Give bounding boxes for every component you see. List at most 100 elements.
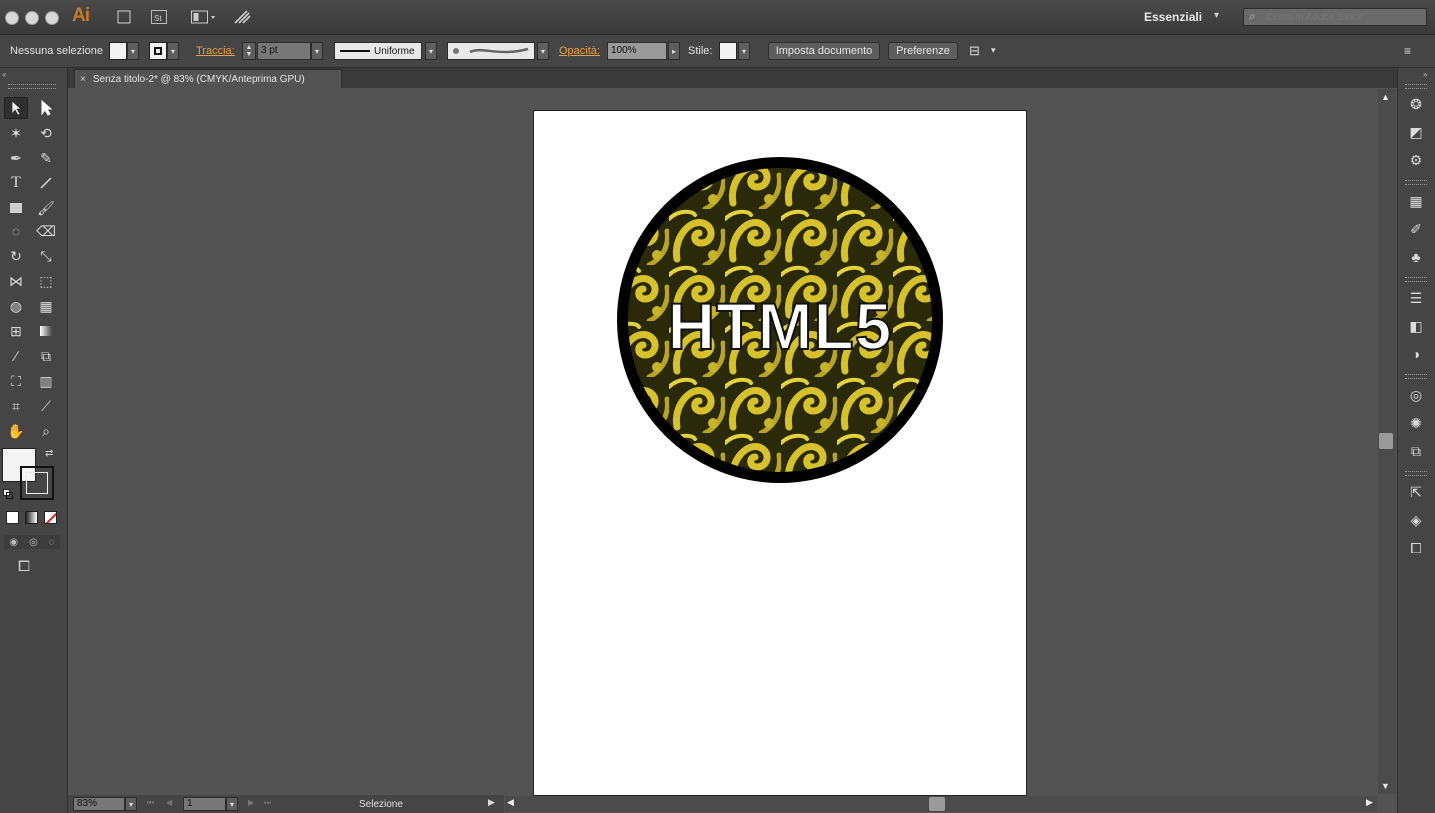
chevron-down-icon[interactable]: ▾ xyxy=(738,42,750,60)
swatches-icon[interactable]: ▦ xyxy=(1404,190,1428,212)
stroke-panel-icon[interactable]: ☰ xyxy=(1404,287,1428,309)
mesh-tool-icon[interactable]: ⊞ xyxy=(4,320,28,342)
perspective-grid-tool-icon[interactable]: ▦ xyxy=(34,295,58,317)
color-panel-icon[interactable]: ❂ xyxy=(1404,93,1428,115)
none-mode-button[interactable] xyxy=(44,511,57,524)
color-guide-icon[interactable]: ◩ xyxy=(1404,121,1428,143)
brush-definition-dropdown[interactable] xyxy=(447,42,535,60)
bridge-icon[interactable] xyxy=(116,8,132,26)
gpu-performance-icon[interactable] xyxy=(232,8,252,26)
opacity-field[interactable]: 100% xyxy=(607,42,667,60)
hand-tool-icon[interactable]: ✋ xyxy=(4,420,28,442)
draw-normal-icon[interactable]: ◉ xyxy=(9,537,18,548)
slice-tool-icon[interactable]: ⟋ xyxy=(34,395,58,417)
workspace-switcher[interactable]: Essenziali xyxy=(1144,10,1202,24)
graphic-style-swatch[interactable] xyxy=(719,42,737,60)
draw-inside-icon[interactable]: ◌ xyxy=(49,537,55,548)
zoom-level-field[interactable]: 83% xyxy=(73,797,125,811)
chevron-down-icon[interactable]: ▾ xyxy=(127,42,139,60)
asset-export-icon[interactable]: ⧉ xyxy=(1404,440,1428,462)
gradient-panel-icon[interactable]: ◧ xyxy=(1404,315,1428,337)
selection-tool-icon[interactable] xyxy=(4,97,28,119)
graphic-styles-icon[interactable]: ✺ xyxy=(1404,412,1428,434)
symbols-icon[interactable]: ♣ xyxy=(1404,246,1428,268)
artboard-tool-icon[interactable]: ⌗ xyxy=(4,395,28,417)
screen-mode-icon[interactable]: ⧠ xyxy=(18,558,30,575)
collapse-dock-icon[interactable]: » xyxy=(1423,70,1427,79)
artboards-icon[interactable]: ⧠ xyxy=(1404,537,1428,559)
chevron-down-icon[interactable]: ▾ xyxy=(991,45,996,56)
gradient-tool-icon[interactable] xyxy=(34,320,58,342)
panel-grip[interactable] xyxy=(1405,180,1427,185)
fill-swatch[interactable] xyxy=(109,42,127,60)
zoom-tool-icon[interactable]: ⌕ xyxy=(34,420,58,442)
chevron-down-icon[interactable]: ▾ xyxy=(311,42,323,60)
transparency-icon[interactable]: ◑ xyxy=(1404,343,1428,365)
artboard-number-field[interactable]: 1 xyxy=(183,797,226,811)
chevron-right-icon[interactable]: ▸ xyxy=(668,42,680,60)
width-tool-icon[interactable]: ⋈ xyxy=(4,270,28,292)
stroke-weight-field[interactable]: 3 pt xyxy=(257,42,311,60)
type-tool-icon[interactable]: T xyxy=(4,172,28,194)
stroke-profile-dropdown[interactable]: Uniforme xyxy=(334,42,422,60)
pen-tool-icon[interactable]: ✒ xyxy=(4,147,28,169)
arrange-documents-icon[interactable] xyxy=(190,8,218,26)
scroll-up-icon[interactable]: ▲ xyxy=(1381,92,1390,102)
previous-artboard-icon[interactable]: ◀ xyxy=(166,798,172,807)
horizontal-scroll-thumb[interactable] xyxy=(929,797,945,811)
eyedropper-tool-icon[interactable]: ⁄ xyxy=(4,345,28,367)
swap-colors-icon[interactable]: ⇄ xyxy=(45,448,53,459)
document-setup-button[interactable]: Imposta documento xyxy=(768,42,880,60)
collapse-panel-icon[interactable]: « xyxy=(2,70,6,79)
chevron-down-icon[interactable]: ▾ xyxy=(226,797,238,811)
lasso-tool-icon[interactable]: ⟲ xyxy=(34,122,58,144)
stroke-weight-stepper[interactable]: ▲ ▼ xyxy=(242,42,256,60)
chevron-down-icon[interactable]: ▾ xyxy=(125,797,137,811)
chevron-down-icon[interactable]: ▾ xyxy=(537,42,549,60)
stroke-color-box[interactable] xyxy=(20,466,54,500)
column-graph-tool-icon[interactable]: ▥ xyxy=(34,370,58,392)
chevron-down-icon[interactable]: ▾ xyxy=(167,42,179,60)
last-artboard-icon[interactable]: ⏭ xyxy=(264,798,271,808)
magic-wand-tool-icon[interactable]: ✶ xyxy=(4,122,28,144)
align-options-icon[interactable]: ⊟ xyxy=(969,43,987,59)
opacity-label[interactable]: Opacità: xyxy=(559,45,600,57)
scroll-down-icon[interactable]: ▼ xyxy=(1381,781,1390,791)
panel-grip[interactable] xyxy=(1405,471,1427,476)
curvature-tool-icon[interactable]: ✎ xyxy=(34,147,58,169)
preferences-button[interactable]: Preferenze xyxy=(888,42,958,60)
appearance-icon[interactable]: ◎ xyxy=(1404,384,1428,406)
export-icon[interactable]: ⇱ xyxy=(1404,481,1428,503)
status-menu-icon[interactable]: ▶ xyxy=(488,797,495,808)
stroke-label[interactable]: Traccia: xyxy=(196,45,235,57)
scale-tool-icon[interactable]: ⤡ xyxy=(34,245,58,267)
shaper-tool-icon[interactable]: ◌ xyxy=(4,220,28,242)
shape-builder-tool-icon[interactable]: ◍ xyxy=(4,295,28,317)
stock-search-input[interactable] xyxy=(1243,8,1427,26)
panel-grip[interactable] xyxy=(1405,277,1427,282)
chevron-down-icon[interactable]: ▾ xyxy=(425,42,437,60)
symbol-sprayer-tool-icon[interactable]: ⛶ xyxy=(4,370,28,392)
scroll-left-icon[interactable]: ◀ xyxy=(507,797,514,808)
close-window-button[interactable] xyxy=(5,11,19,25)
scroll-right-icon[interactable]: ▶ xyxy=(1366,797,1373,808)
minimize-window-button[interactable] xyxy=(25,11,39,25)
first-artboard-icon[interactable]: ⏮ xyxy=(147,798,154,808)
color-mode-button[interactable] xyxy=(6,511,19,524)
blend-tool-icon[interactable]: ⧉ xyxy=(34,345,58,367)
eraser-tool-icon[interactable]: ⌫ xyxy=(34,220,58,242)
zoom-window-button[interactable] xyxy=(45,11,59,25)
direct-selection-tool-icon[interactable] xyxy=(34,97,58,119)
next-artboard-icon[interactable]: ▶ xyxy=(248,798,254,807)
close-tab-icon[interactable]: × xyxy=(80,74,86,85)
vertical-scroll-thumb[interactable] xyxy=(1379,433,1393,449)
rotate-tool-icon[interactable]: ↻ xyxy=(4,245,28,267)
rectangle-tool-icon[interactable] xyxy=(4,197,28,219)
panel-grip[interactable] xyxy=(8,84,56,89)
free-transform-tool-icon[interactable]: ⬚ xyxy=(34,270,58,292)
panel-menu-icon[interactable]: ≡ xyxy=(1404,44,1411,58)
gradient-mode-button[interactable] xyxy=(25,511,38,524)
brushes-icon[interactable]: ✐ xyxy=(1404,218,1428,240)
recolor-icon[interactable]: ⚙ xyxy=(1404,149,1428,171)
panel-grip[interactable] xyxy=(1405,374,1427,379)
